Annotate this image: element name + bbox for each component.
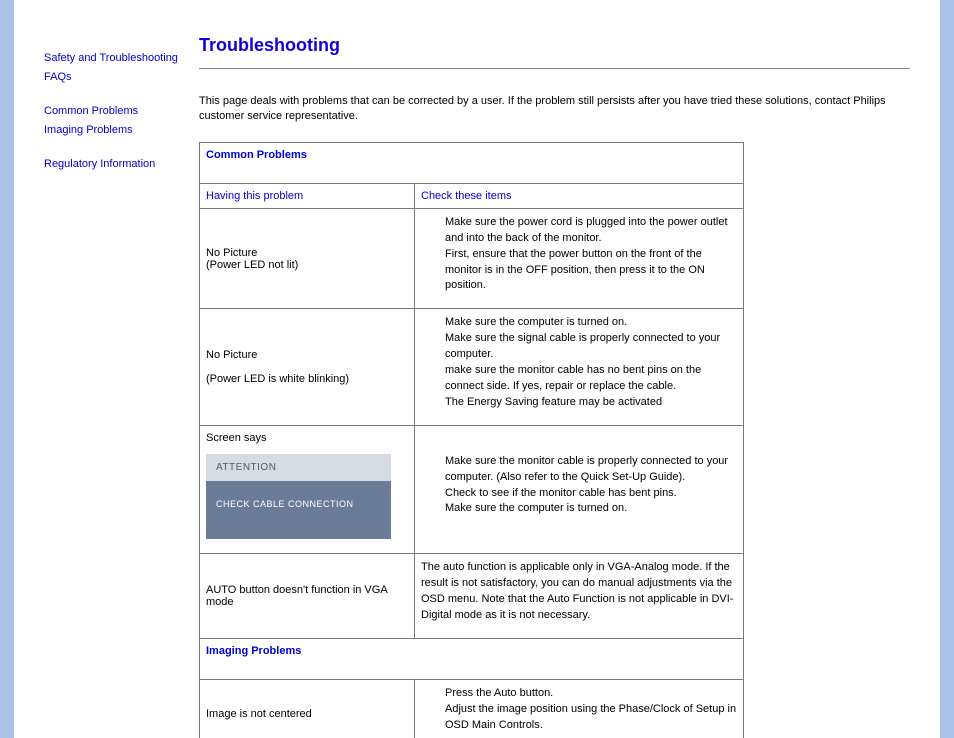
solution-cell: Make sure the computer is turned on.Make… xyxy=(415,309,744,426)
page-title: Troubleshooting xyxy=(199,35,910,56)
sidebar-link-common[interactable]: Common Problems xyxy=(44,105,138,117)
problem-cell: No Picture(Power LED is white blinking) xyxy=(200,309,415,426)
left-gap xyxy=(14,0,39,738)
section-common-header: Common Problems xyxy=(200,142,744,183)
col-solution-header: Check these items xyxy=(415,183,744,208)
solution-cell: Make sure the monitor cable is properly … xyxy=(415,426,744,554)
table-row: Image is not centered Press the Auto but… xyxy=(200,679,744,738)
table-row: Screen says ATTENTION CHECK CABLE CONNEC… xyxy=(200,426,744,554)
left-accent-bar xyxy=(0,0,14,738)
solution-cell: The auto function is applicable only in … xyxy=(415,554,744,639)
attention-box: ATTENTION CHECK CABLE CONNECTION xyxy=(206,454,391,539)
troubleshooting-table: Common Problems Having this problem Chec… xyxy=(199,142,744,738)
sidebar-nav: Safety and Troubleshooting FAQs Common P… xyxy=(39,0,189,738)
problem-cell: AUTO button doesn't function in VGA mode xyxy=(200,554,415,639)
sidebar-link-regulatory[interactable]: Regulatory Information xyxy=(44,158,155,170)
right-accent-bar xyxy=(940,0,954,738)
sidebar-link-faqs[interactable]: FAQs xyxy=(44,71,72,83)
attention-header: ATTENTION xyxy=(206,454,391,481)
problem-cell: Image is not centered xyxy=(200,679,415,738)
attention-body: CHECK CABLE CONNECTION xyxy=(206,481,391,539)
title-rule xyxy=(199,68,910,69)
sidebar-link-safety[interactable]: Safety and Troubleshooting xyxy=(44,52,178,64)
table-row: No Picture(Power LED not lit) Make sure … xyxy=(200,208,744,309)
problem-cell: Screen says ATTENTION CHECK CABLE CONNEC… xyxy=(200,426,415,554)
table-row: No Picture(Power LED is white blinking) … xyxy=(200,309,744,426)
table-row: AUTO button doesn't function in VGA mode… xyxy=(200,554,744,639)
section-imaging-header: Imaging Problems xyxy=(200,638,744,679)
solution-cell: Press the Auto button.Adjust the image p… xyxy=(415,679,744,738)
sidebar-link-imaging[interactable]: Imaging Problems xyxy=(44,124,133,136)
problem-cell: No Picture(Power LED not lit) xyxy=(200,208,415,309)
screen-says-label: Screen says xyxy=(206,432,267,444)
col-problem-header: Having this problem xyxy=(200,183,415,208)
main-content: Troubleshooting This page deals with pro… xyxy=(189,0,940,738)
solution-cell: Make sure the power cord is plugged into… xyxy=(415,208,744,309)
intro-text: This page deals with problems that can b… xyxy=(199,94,910,124)
